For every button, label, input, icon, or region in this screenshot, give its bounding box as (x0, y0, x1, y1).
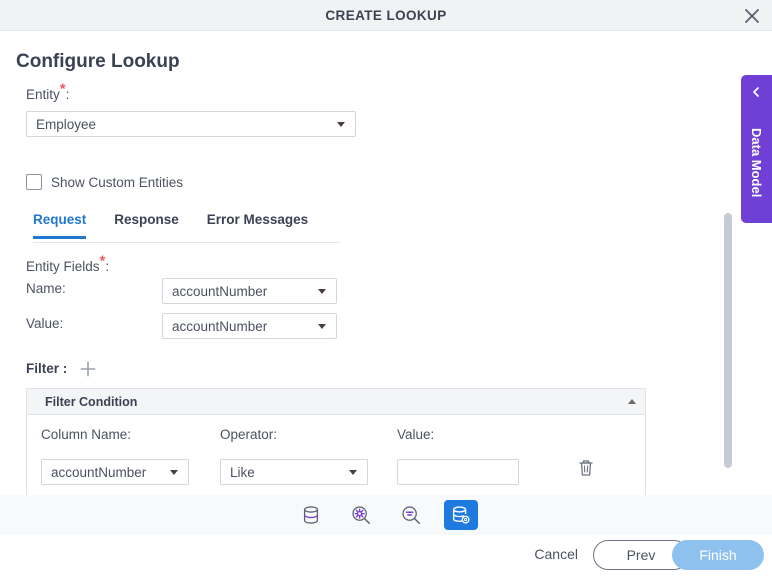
operator-label: Operator: (220, 427, 278, 442)
page-title: Configure Lookup (16, 51, 180, 72)
value-label: Value: (26, 316, 64, 331)
filter-condition-title: Filter Condition (45, 395, 138, 409)
entity-label: Entity*: (26, 82, 70, 103)
wizard-step-toolbar (0, 495, 772, 535)
cancel-button[interactable]: Cancel (534, 546, 578, 562)
chevron-up-icon[interactable] (628, 399, 636, 404)
trash-icon[interactable] (576, 457, 600, 483)
value-select[interactable]: accountNumber (162, 313, 337, 339)
checkbox-box (26, 174, 42, 190)
search-gear-icon[interactable] (344, 500, 378, 530)
chevron-down-icon (170, 469, 178, 475)
data-model-panel-tab[interactable]: Data Model (741, 75, 772, 223)
filter-condition-header[interactable]: Filter Condition (27, 389, 645, 415)
entity-label-colon: : (65, 87, 70, 102)
tab-error-messages[interactable]: Error Messages (207, 212, 308, 239)
dialog-title: CREATE LOOKUP (325, 8, 447, 23)
close-icon[interactable] (740, 4, 764, 28)
operator-select-value: Like (230, 464, 255, 480)
column-name-select-value: accountNumber (51, 464, 147, 480)
value-column-label: Value: (397, 427, 435, 442)
name-label: Name: (26, 281, 66, 296)
dialog-footer: Cancel Prev Finish (0, 535, 772, 578)
scrollbar-thumb[interactable] (724, 213, 732, 468)
finish-button[interactable]: Finish (672, 540, 764, 570)
plus-icon[interactable] (80, 361, 96, 377)
database-gear-icon[interactable] (444, 500, 478, 530)
chevron-down-icon (337, 121, 345, 127)
operator-select[interactable]: Like (220, 459, 368, 485)
column-name-select[interactable]: accountNumber (41, 459, 189, 485)
name-select-value: accountNumber (172, 283, 268, 299)
chevron-down-icon (318, 323, 326, 329)
content-scrollbar[interactable] (724, 213, 732, 501)
column-name-label: Column Name: (41, 427, 132, 442)
tab-response[interactable]: Response (114, 212, 179, 239)
entity-label-text: Entity (26, 87, 60, 102)
chevron-left-icon (750, 85, 762, 97)
entity-select[interactable]: Employee (26, 111, 356, 137)
value-select-value: accountNumber (172, 318, 268, 334)
dialog-content: Configure Lookup Entity*: Employee Show … (0, 31, 772, 506)
show-custom-entities-label: Show Custom Entities (51, 174, 184, 190)
chevron-down-icon (349, 469, 357, 475)
name-select[interactable]: accountNumber (162, 278, 337, 304)
filter-condition-panel: Filter Condition Column Name: Operator: … (26, 388, 646, 506)
entity-fields-colon: : (105, 259, 110, 274)
show-custom-entities-checkbox[interactable]: Show Custom Entities (26, 174, 183, 190)
chevron-down-icon (318, 288, 326, 294)
entity-fields-label: Entity Fields*: (26, 254, 110, 275)
filter-value-input[interactable] (397, 459, 519, 485)
search-filter-icon[interactable] (394, 500, 428, 530)
filter-label: Filter : (26, 361, 68, 376)
tab-request[interactable]: Request (33, 212, 87, 239)
data-model-label: Data Model (749, 128, 764, 198)
entity-fields-label-text: Entity Fields (26, 259, 100, 274)
entity-select-value: Employee (36, 116, 97, 132)
tab-bar: Request Response Error Messages (33, 212, 340, 243)
dialog-titlebar: CREATE LOOKUP (0, 0, 772, 31)
create-lookup-dialog: CREATE LOOKUP Configure Lookup Entity*: … (0, 0, 772, 578)
database-icon[interactable] (294, 500, 328, 530)
